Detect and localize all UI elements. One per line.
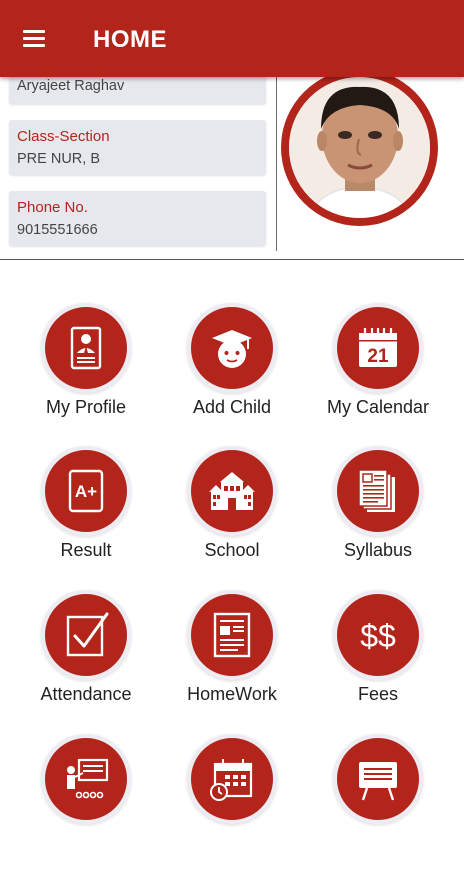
phone-value: 9015551666 — [17, 222, 98, 238]
timetable-button[interactable] — [159, 734, 305, 874]
checkmark-icon — [41, 590, 131, 680]
student-name: Aryajeet Raghav — [17, 78, 125, 94]
class-section-card: Class-Section PRE NUR, B — [9, 120, 266, 175]
timetable-icon — [187, 734, 277, 824]
my-profile-label: My Profile — [45, 397, 126, 417]
add-child-label: Add Child — [192, 397, 272, 417]
fees-button[interactable]: $$ Fees — [305, 590, 451, 730]
attendance-label: Attendance — [40, 684, 132, 704]
graduation-cap-icon — [187, 303, 277, 393]
fees-symbol: $$ — [360, 618, 396, 654]
homework-sheet-icon — [187, 590, 277, 680]
school-button[interactable]: School — [159, 446, 305, 586]
page-title: HOME — [93, 26, 167, 53]
avatar[interactable] — [281, 77, 438, 226]
result-label: Result — [60, 540, 112, 560]
student-photo — [289, 77, 430, 218]
teacher-button[interactable] — [13, 734, 159, 874]
documents-icon — [333, 446, 423, 536]
grade-text: A+ — [75, 482, 97, 501]
calendar-icon: 21 — [333, 303, 423, 393]
vertical-divider — [276, 77, 277, 251]
app-bar: HOME — [0, 0, 464, 77]
grade-paper-icon: A+ — [41, 446, 131, 536]
name-card: Aryajeet Raghav — [9, 77, 266, 104]
homework-label: HomeWork — [187, 684, 277, 704]
result-button[interactable]: A+ Result — [13, 446, 159, 586]
fees-icon: $$ — [333, 590, 423, 680]
my-calendar-button[interactable]: 21 My Calendar — [305, 303, 451, 443]
syllabus-label: Syllabus — [343, 540, 413, 560]
calendar-day: 21 — [367, 346, 389, 367]
attendance-button[interactable]: Attendance — [13, 590, 159, 730]
class-section-value: PRE NUR, B — [17, 151, 100, 167]
school-building-icon — [187, 446, 277, 536]
phone-card: Phone No. 9015551666 — [9, 191, 266, 246]
homework-button[interactable]: HomeWork — [159, 590, 305, 730]
add-child-button[interactable]: Add Child — [159, 303, 305, 443]
syllabus-button[interactable]: Syllabus — [305, 446, 451, 586]
class-section-label: Class-Section — [17, 128, 110, 145]
my-calendar-label: My Calendar — [326, 397, 430, 417]
teacher-board-icon — [41, 734, 131, 824]
notice-board-button[interactable] — [305, 734, 451, 874]
phone-label: Phone No. — [17, 199, 88, 216]
profile-card-icon — [41, 303, 131, 393]
fees-label: Fees — [357, 684, 399, 704]
school-label: School — [204, 540, 260, 560]
my-profile-button[interactable]: My Profile — [13, 303, 159, 443]
notice-board-icon — [333, 734, 423, 824]
student-profile-panel: Aryajeet Raghav Class-Section PRE NUR, B… — [0, 77, 464, 260]
hamburger-menu-icon[interactable] — [20, 28, 48, 50]
